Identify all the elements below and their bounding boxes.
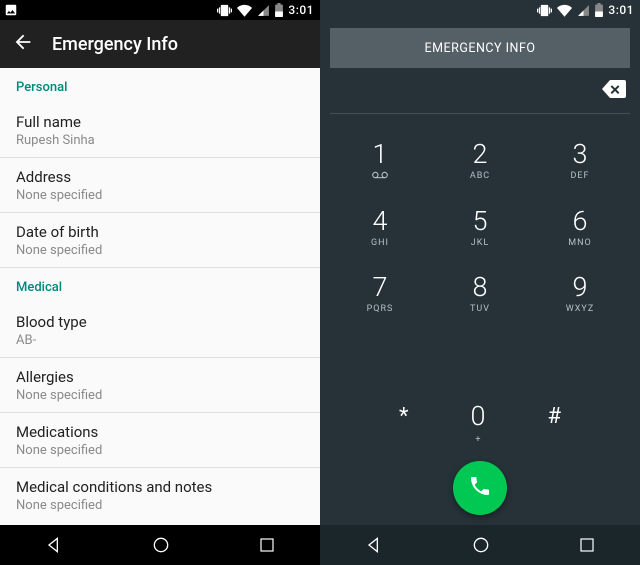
- key-3[interactable]: 3DEF: [530, 128, 630, 195]
- phone-right-dialer: 3:01 EMERGENCY INFO 1 2ABC 3DEF 4GHI 5JK…: [320, 0, 640, 565]
- row-blood-type[interactable]: Blood type AB-: [0, 303, 320, 358]
- row-address[interactable]: Address None specified: [0, 158, 320, 213]
- section-header-personal: Personal: [0, 68, 320, 103]
- backspace-icon[interactable]: [602, 80, 626, 102]
- section-header-medical: Medical: [0, 268, 320, 303]
- key-4[interactable]: 4GHI: [330, 195, 430, 262]
- nav-home-icon[interactable]: [151, 535, 171, 555]
- nav-back-icon[interactable]: [44, 535, 64, 555]
- dialer-page: EMERGENCY INFO 1 2ABC 3DEF 4GHI 5JKL 6MN…: [320, 20, 640, 525]
- key-star[interactable]: *: [399, 404, 408, 442]
- signal-icon: [577, 4, 590, 17]
- row-allergies[interactable]: Allergies None specified: [0, 358, 320, 413]
- status-time: 3:01: [608, 3, 634, 17]
- picture-icon: [4, 3, 18, 17]
- key-0[interactable]: 0+: [470, 400, 485, 445]
- wifi-icon: [557, 3, 572, 18]
- battery-icon: [275, 3, 283, 17]
- nav-recents-icon[interactable]: [258, 536, 276, 554]
- key-7[interactable]: 7PQRS: [330, 261, 430, 328]
- back-icon[interactable]: [12, 31, 34, 57]
- row-dob[interactable]: Date of birth None specified: [0, 213, 320, 268]
- key-8[interactable]: 8TUV: [430, 261, 530, 328]
- row-medications[interactable]: Medications None specified: [0, 413, 320, 468]
- nav-home-icon[interactable]: [471, 535, 491, 555]
- key-9[interactable]: 9WXYZ: [530, 261, 630, 328]
- call-button[interactable]: [453, 461, 507, 515]
- page-title: Emergency Info: [52, 34, 178, 55]
- status-bar: 3:01: [320, 0, 640, 20]
- nav-bar: [320, 525, 640, 565]
- keypad: 1 2ABC 3DEF 4GHI 5JKL 6MNO 7PQRS 8TUV 9W…: [320, 114, 640, 394]
- emergency-info-button[interactable]: EMERGENCY INFO: [330, 28, 630, 68]
- signal-icon: [257, 4, 270, 17]
- key-6[interactable]: 6MNO: [530, 195, 630, 262]
- row-full-name[interactable]: Full name Rupesh Sinha: [0, 103, 320, 158]
- vibrate-icon: [217, 3, 232, 18]
- key-1[interactable]: 1: [330, 128, 430, 195]
- info-page: Personal Full name Rupesh Sinha Address …: [0, 68, 320, 525]
- bottom-row: * 0+ #: [320, 394, 640, 461]
- nav-bar: [0, 525, 320, 565]
- wifi-icon: [237, 3, 252, 18]
- nav-back-icon[interactable]: [364, 535, 384, 555]
- key-2[interactable]: 2ABC: [430, 128, 530, 195]
- key-hash[interactable]: #: [547, 404, 561, 442]
- status-time: 3:01: [288, 3, 314, 17]
- row-conditions[interactable]: Medical conditions and notes None specif…: [0, 468, 320, 522]
- voicemail-icon: [372, 171, 388, 181]
- status-bar: 3:01: [0, 0, 320, 20]
- battery-icon: [595, 3, 603, 17]
- phone-icon: [468, 474, 492, 502]
- digits-display: [330, 68, 630, 114]
- nav-recents-icon[interactable]: [578, 536, 596, 554]
- phone-left-info: 3:01 Emergency Info Personal Full name R…: [0, 0, 320, 565]
- app-bar: Emergency Info: [0, 20, 320, 68]
- vibrate-icon: [537, 3, 552, 18]
- key-5[interactable]: 5JKL: [430, 195, 530, 262]
